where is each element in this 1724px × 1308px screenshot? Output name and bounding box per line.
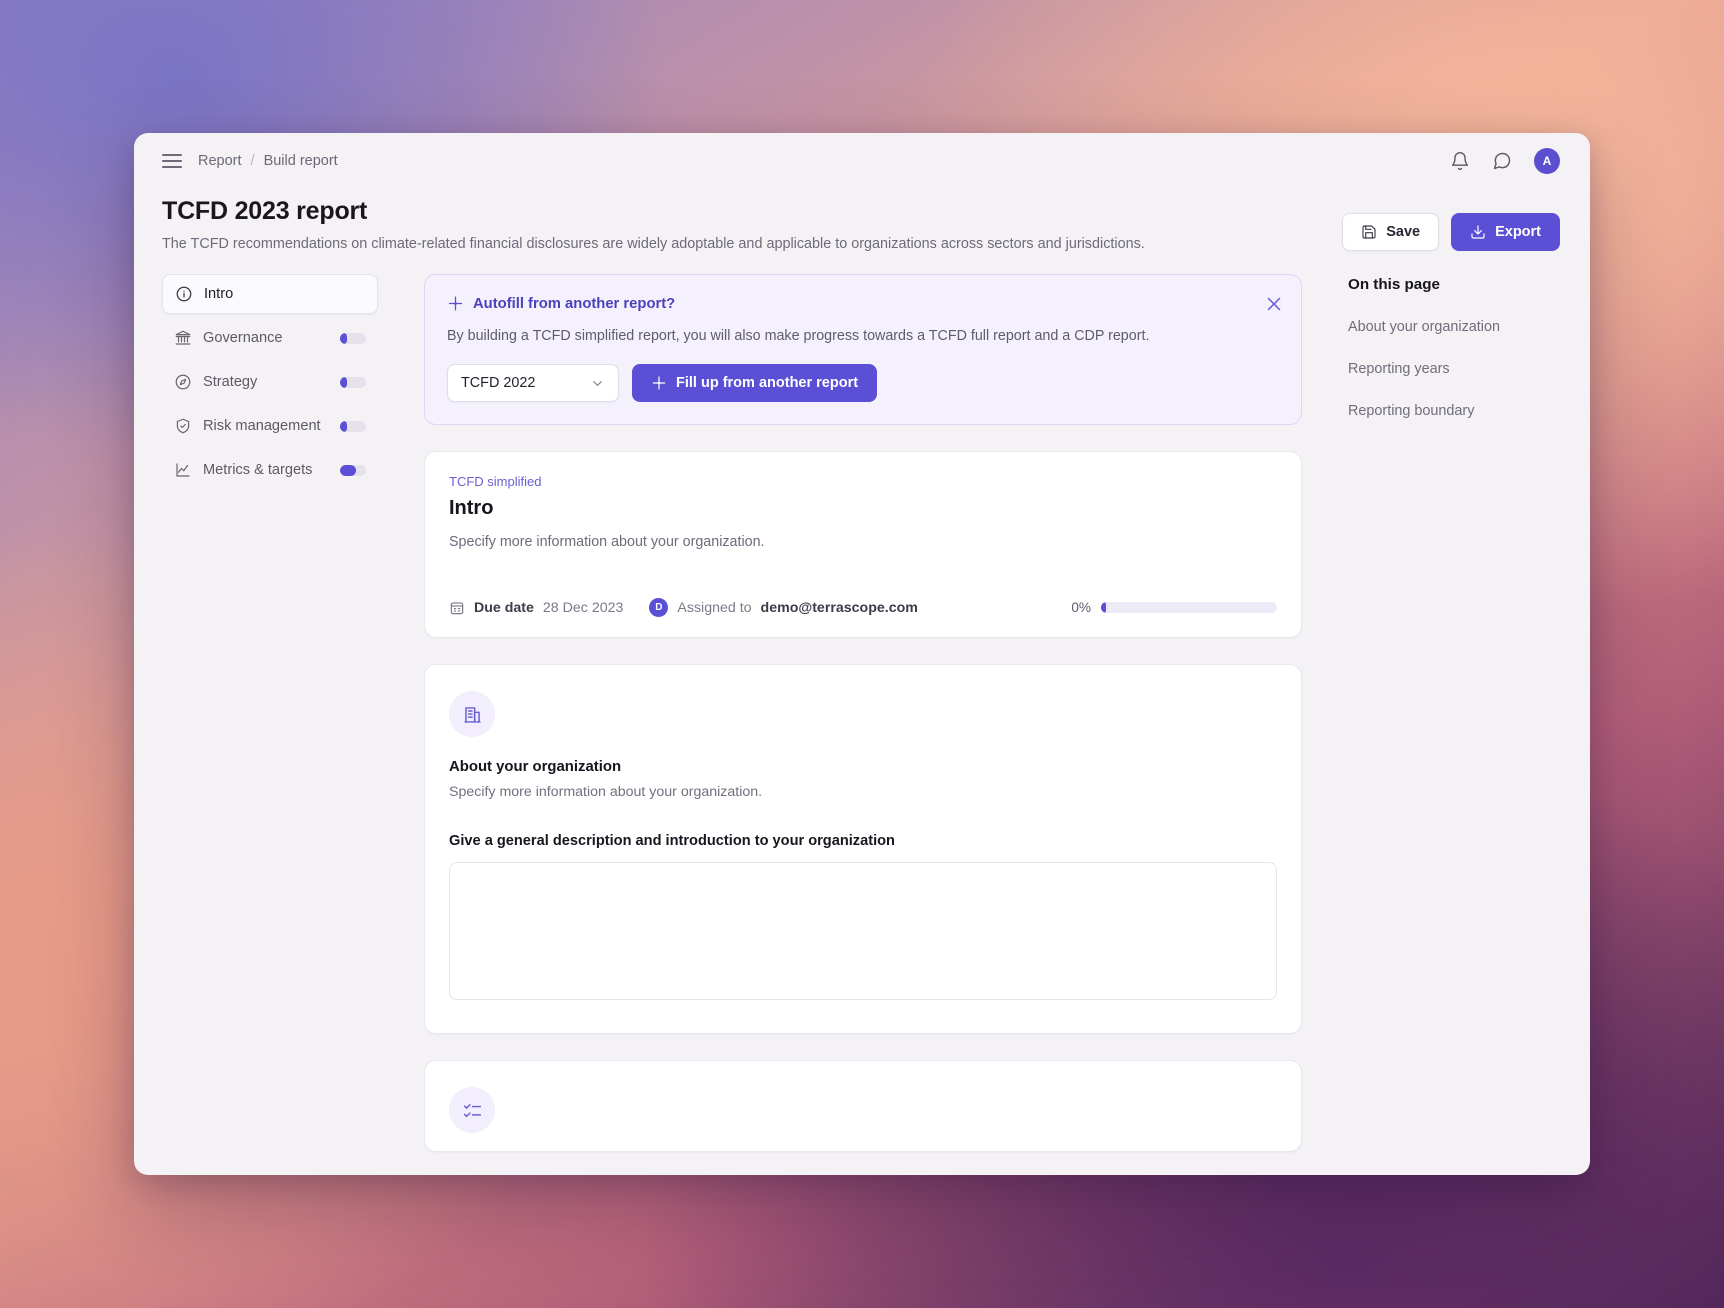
info-circle-icon [175,285,193,303]
intro-kicker: TCFD simplified [449,474,1277,489]
save-icon [1361,224,1377,240]
main-content: Autofill from another report? By buildin… [378,274,1348,1146]
desktop-background: Report / Build report A [0,0,1724,1308]
intro-summary-card: TCFD simplified Intro Specify more infor… [424,451,1302,638]
due-date[interactable]: Due date 28 Dec 2023 [449,600,623,616]
description-field-label: Give a general description and introduct… [449,833,1277,849]
chevron-down-icon [590,376,605,391]
checklist-icon [449,1087,495,1133]
toc-item-reporting-years[interactable]: Reporting years [1348,361,1560,377]
sidebar-item-label: Intro [204,286,233,302]
shield-check-icon [174,417,192,435]
toc-item-reporting-boundary[interactable]: Reporting boundary [1348,403,1560,419]
assigned-label: Assigned to [677,600,751,616]
autofill-controls: TCFD 2022 F [447,364,1279,402]
close-icon[interactable] [1263,293,1285,315]
chat-icon[interactable] [1492,151,1512,171]
bell-icon[interactable] [1450,151,1470,171]
sparkle-icon [651,375,667,391]
export-button[interactable]: Export [1451,213,1560,251]
intro-progress: 0% [1071,600,1277,615]
sidebar-item-strategy[interactable]: Strategy [162,362,378,402]
intro-description: Specify more information about your orga… [449,534,1277,550]
hamburger-icon[interactable] [162,154,182,168]
sidebar-item-governance[interactable]: Governance [162,318,378,358]
progress-bar [1101,602,1277,613]
export-icon [1470,224,1486,240]
about-organization-title: About your organization [449,759,1277,775]
toc-item-about-your-organization[interactable]: About your organization [1348,319,1560,335]
autofill-banner: Autofill from another report? By buildin… [424,274,1302,425]
bank-icon [174,329,192,347]
sidebar-item-label: Risk management [203,418,321,434]
app-window: Report / Build report A [134,133,1590,1175]
top-bar: Report / Build report A [134,133,1590,189]
autofill-title-row: Autofill from another report? [447,295,1279,312]
page-subtitle: The TCFD recommendations on climate-rela… [162,236,1342,252]
assignee-avatar: D [649,598,668,617]
building-icon [449,691,495,737]
on-this-page-nav: On this page About your organization Rep… [1348,274,1560,1146]
about-organization-card: About your organization Specify more inf… [424,664,1302,1034]
breadcrumb: Report / Build report [198,153,338,169]
intro-meta-row: Due date 28 Dec 2023 D Assigned to demo@… [449,584,1277,637]
breadcrumb-separator: / [251,153,255,169]
page-header: TCFD 2023 report The TCFD recommendation… [134,189,1590,252]
breadcrumb-build-report[interactable]: Build report [264,153,338,169]
sidebar-progress-governance [340,333,366,344]
intro-heading: Intro [449,497,1277,520]
section-navigation: Intro Governance [162,274,378,1146]
sidebar-item-metrics-targets[interactable]: Metrics & targets [162,450,378,490]
page-body: Intro Governance [134,252,1590,1146]
sidebar-item-label: Metrics & targets [203,462,312,478]
save-button-label: Save [1386,224,1420,240]
report-select[interactable]: TCFD 2022 [447,364,619,402]
progress-percent: 0% [1071,600,1091,615]
sparkle-icon [447,295,464,312]
calendar-icon [449,600,465,616]
autofill-description: By building a TCFD simplified report, yo… [447,328,1279,344]
page-title: TCFD 2023 report [162,197,1342,226]
due-date-value: 28 Dec 2023 [543,600,623,616]
top-bar-actions: A [1450,148,1560,174]
breadcrumb-report[interactable]: Report [198,153,242,169]
organization-description-input[interactable] [449,862,1277,1000]
sidebar-item-risk-management[interactable]: Risk management [162,406,378,446]
sidebar-progress-risk-management [340,421,366,432]
report-select-value: TCFD 2022 [461,375,535,391]
about-organization-subtitle: Specify more information about your orga… [449,784,1277,800]
reporting-years-card [424,1060,1302,1152]
fill-from-another-report-button[interactable]: Fill up from another report [632,364,877,402]
due-date-label: Due date [474,600,534,616]
avatar[interactable]: A [1534,148,1560,174]
autofill-title: Autofill from another report? [473,296,675,312]
assignee-email: demo@terrascope.com [761,600,918,616]
chart-line-icon [174,461,192,479]
sidebar-item-label: Governance [203,330,283,346]
page-actions: Save Export [1342,213,1560,251]
sidebar-item-label: Strategy [203,374,257,390]
export-button-label: Export [1495,224,1541,240]
sidebar-progress-strategy [340,377,366,388]
sidebar-item-intro[interactable]: Intro [162,274,378,314]
compass-icon [174,373,192,391]
sidebar-progress-metrics-targets [340,465,366,476]
fill-button-label: Fill up from another report [676,375,858,391]
assignee[interactable]: D Assigned to demo@terrascope.com [649,598,917,617]
save-button[interactable]: Save [1342,213,1439,251]
toc-heading: On this page [1348,276,1560,293]
